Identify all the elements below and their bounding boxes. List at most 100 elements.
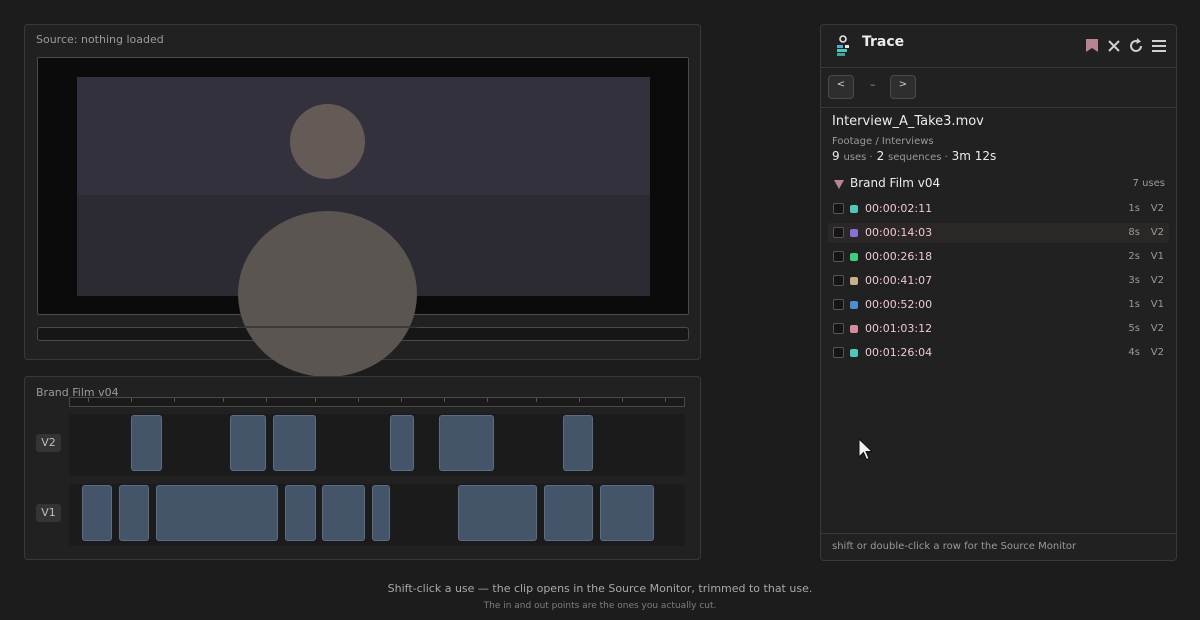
use-duration: 8s: [1128, 227, 1140, 238]
use-row[interactable]: 00:00:26:18 2s V1: [828, 247, 1169, 267]
sequences-count: 2: [876, 149, 885, 163]
use-row[interactable]: 00:01:03:12 5s V2: [828, 319, 1169, 339]
track-label-v1: V1: [36, 504, 61, 522]
clip-path: Footage / Interviews: [832, 136, 934, 147]
use-color-swatch: [850, 205, 858, 213]
timeline-clip[interactable]: [544, 485, 593, 541]
sequence-group-header[interactable]: Brand Film v04 7 uses: [821, 175, 1176, 193]
use-checkbox[interactable]: [833, 203, 844, 214]
timeline-clip[interactable]: [119, 485, 149, 541]
person-body-shape: [238, 211, 417, 377]
timeline-panel: Brand Film v04 V2 V1: [24, 376, 701, 560]
uses-count: 9: [832, 149, 840, 163]
use-color-swatch: [850, 253, 858, 261]
timeline-clip[interactable]: [285, 485, 316, 541]
timeline-clip[interactable]: [600, 485, 654, 541]
prev-use-button[interactable]: <: [828, 75, 854, 99]
use-checkbox[interactable]: [833, 299, 844, 310]
timeline-clip[interactable]: [439, 415, 494, 471]
trace-title: Trace: [862, 34, 905, 50]
timeline-clip[interactable]: [273, 415, 316, 471]
use-color-swatch: [850, 301, 858, 309]
timeline-clip[interactable]: [156, 485, 278, 541]
clip-name: Interview_A_Take3.mov: [832, 114, 984, 129]
ruler-tick: [665, 398, 666, 402]
use-checkbox[interactable]: [833, 347, 844, 358]
ruler-tick: [266, 398, 267, 402]
use-checkbox[interactable]: [833, 227, 844, 238]
person-head-shape: [290, 104, 365, 179]
use-color-swatch: [850, 229, 858, 237]
trace-panel: Trace < – > Interview_A_Take3.mov Footag…: [820, 24, 1177, 561]
scrub-line-overlay: [238, 326, 417, 328]
trace-nav-row: < – >: [821, 68, 1176, 108]
use-duration: 1s: [1128, 299, 1140, 310]
ruler-tick: [536, 398, 537, 402]
use-row[interactable]: 00:00:52:00 1s V1: [828, 295, 1169, 315]
ruler-tick: [223, 398, 224, 402]
timeline-clip[interactable]: [131, 415, 162, 471]
trace-header: Trace: [821, 25, 1176, 68]
use-checkbox[interactable]: [833, 275, 844, 286]
ruler-tick: [88, 398, 89, 402]
use-duration: 3s: [1128, 275, 1140, 286]
use-row[interactable]: 00:00:14:03 8s V2: [828, 223, 1169, 243]
uses-label: uses ·: [843, 152, 873, 163]
timeline-clip[interactable]: [230, 415, 266, 471]
timeline-clip[interactable]: [563, 415, 593, 471]
ruler-tick: [622, 398, 623, 402]
use-track: V2: [1150, 323, 1164, 334]
use-timecode: 00:00:52:00: [865, 298, 933, 311]
use-checkbox[interactable]: [833, 323, 844, 334]
disclosure-triangle-icon[interactable]: [834, 180, 844, 189]
use-timecode: 00:01:26:04: [865, 346, 933, 359]
next-use-button[interactable]: >: [890, 75, 916, 99]
timeline-clip[interactable]: [390, 415, 414, 471]
use-color-swatch: [850, 325, 858, 333]
use-track: V1: [1150, 251, 1164, 262]
use-track: V2: [1150, 347, 1164, 358]
menu-icon[interactable]: [1150, 37, 1168, 55]
sequence-uses-count: 7 uses: [1132, 178, 1165, 189]
use-duration: 2s: [1128, 251, 1140, 262]
ruler-tick: [131, 398, 132, 402]
use-timecode: 00:00:02:11: [865, 202, 933, 215]
use-duration: 1s: [1128, 203, 1140, 214]
refresh-icon[interactable]: [1127, 37, 1145, 55]
ruler-tick: [444, 398, 445, 402]
close-icon[interactable]: [1105, 37, 1123, 55]
track-v1[interactable]: [69, 484, 685, 546]
trace-footer-hint: shift or double-click a row for the Sour…: [832, 541, 1077, 552]
use-duration: 5s: [1128, 323, 1140, 334]
timeline-clip[interactable]: [458, 485, 537, 541]
use-color-swatch: [850, 349, 858, 357]
timeline-clip[interactable]: [82, 485, 112, 541]
use-checkbox[interactable]: [833, 251, 844, 262]
use-track: V2: [1150, 275, 1164, 286]
use-duration: 4s: [1128, 347, 1140, 358]
trace-logo-icon: [837, 35, 849, 56]
use-timecode: 00:00:14:03: [865, 226, 933, 239]
ruler-tick: [487, 398, 488, 402]
source-monitor-title: Source: nothing loaded: [36, 33, 164, 46]
trace-footer: shift or double-click a row for the Sour…: [821, 533, 1176, 560]
mouse-cursor-icon: [858, 438, 874, 461]
use-row[interactable]: 00:00:02:11 1s V2: [828, 199, 1169, 219]
timeline-clip[interactable]: [322, 485, 365, 541]
use-track: V1: [1150, 299, 1164, 310]
use-timecode: 00:00:26:18: [865, 250, 933, 263]
caption-main: Shift-click a use — the clip opens in th…: [387, 582, 813, 595]
bookmark-icon[interactable]: [1083, 37, 1101, 55]
nav-separator: –: [870, 78, 876, 91]
clip-stats: 9 uses · 2 sequences · 3m 12s: [832, 149, 996, 163]
use-row[interactable]: 00:01:26:04 4s V2: [828, 343, 1169, 363]
timeline-ruler[interactable]: [69, 397, 685, 407]
timeline-clip[interactable]: [372, 485, 390, 541]
use-row[interactable]: 00:00:41:07 3s V2: [828, 271, 1169, 291]
caption-sub: The in and out points are the ones you a…: [483, 601, 717, 611]
track-label-v2: V2: [36, 434, 61, 452]
ruler-tick: [174, 398, 175, 402]
ruler-tick: [579, 398, 580, 402]
ruler-tick: [358, 398, 359, 402]
track-v2[interactable]: [69, 414, 685, 476]
